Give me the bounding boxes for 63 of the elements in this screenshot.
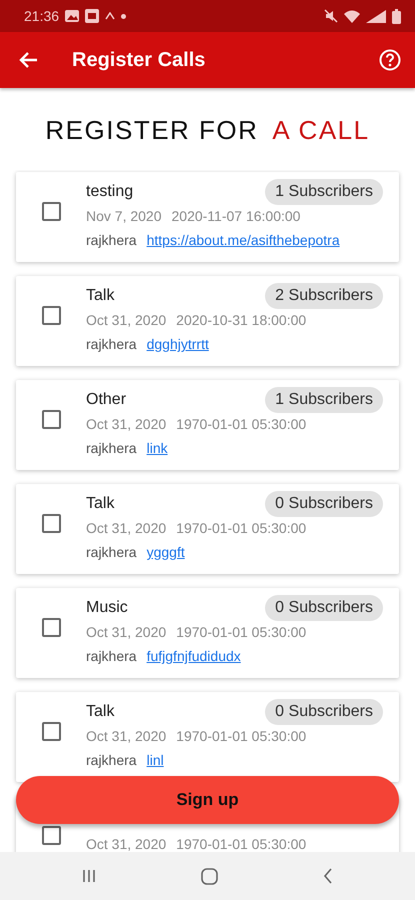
image-icon xyxy=(65,10,80,22)
subscribers-badge: 0 Subscribers xyxy=(265,491,383,517)
subscribers-badge: 0 Subscribers xyxy=(265,699,383,725)
checkbox[interactable] xyxy=(42,306,61,325)
call-user: rajkhera xyxy=(86,648,137,664)
sign-up-button[interactable]: Sign up xyxy=(16,776,399,824)
call-date: Oct 31, 2020 xyxy=(86,416,166,432)
help-icon[interactable] xyxy=(379,49,401,71)
home-icon[interactable] xyxy=(200,868,218,884)
call-title: Music xyxy=(86,599,129,617)
call-user: rajkhera xyxy=(86,544,137,560)
checkbox[interactable] xyxy=(42,826,61,845)
signal-icon xyxy=(366,10,386,22)
subscribers-badge: 1 Subscribers xyxy=(265,179,383,205)
call-time: 1970-01-01 05:30:00 xyxy=(176,728,306,744)
page-heading-accent: A CALL xyxy=(272,114,370,146)
checkbox[interactable] xyxy=(42,514,61,533)
back-icon[interactable] xyxy=(322,868,333,884)
subscribers-badge: 0 Subscribers xyxy=(265,595,383,621)
call-link[interactable]: fufjgfnjfudidudx xyxy=(146,648,241,664)
call-time: 2020-10-31 18:00:00 xyxy=(176,312,306,328)
call-user: rajkhera xyxy=(86,752,137,768)
call-date: Oct 31, 2020 xyxy=(86,836,166,852)
app-bar-title: Register Calls xyxy=(72,48,206,72)
checkbox[interactable] xyxy=(42,722,61,741)
checkbox[interactable] xyxy=(42,618,61,637)
call-user: rajkhera xyxy=(86,440,137,456)
dot-icon xyxy=(121,14,126,18)
call-title: Talk xyxy=(86,287,116,305)
page-heading: REGISTER FOR xyxy=(45,114,258,146)
call-title: Talk xyxy=(86,495,116,513)
call-user: rajkhera xyxy=(86,336,137,352)
call-time: 1970-01-01 05:30:00 xyxy=(176,836,306,852)
checkbox[interactable] xyxy=(42,202,61,221)
app-notification-icon xyxy=(85,9,100,23)
battery-icon xyxy=(392,8,401,24)
call-date: Oct 31, 2020 xyxy=(86,520,166,536)
mute-icon xyxy=(324,9,338,23)
call-time: 2020-11-07 16:00:00 xyxy=(172,208,300,224)
subscribers-badge: 1 Subscribers xyxy=(265,387,383,413)
call-link[interactable]: dgghjytrrtt xyxy=(146,336,209,352)
call-date: Oct 31, 2020 xyxy=(86,312,166,328)
small-notification-icon xyxy=(105,12,116,20)
checkbox[interactable] xyxy=(42,410,61,429)
call-title: Other xyxy=(86,391,128,409)
call-time: 1970-01-01 05:30:00 xyxy=(176,520,306,536)
call-link[interactable]: link xyxy=(146,440,168,456)
call-time: 1970-01-01 05:30:00 xyxy=(176,624,306,640)
call-link[interactable]: ygggft xyxy=(146,544,185,560)
recent-apps-icon[interactable] xyxy=(82,869,96,883)
call-link[interactable]: https://about.me/asifthebepotra xyxy=(146,232,340,248)
call-date: Oct 31, 2020 xyxy=(86,728,166,744)
status-time: 21:36 xyxy=(24,8,60,24)
call-link[interactable]: linl xyxy=(146,752,164,768)
call-user: rajkhera xyxy=(86,232,137,248)
wifi-icon xyxy=(344,10,360,22)
call-title: testing xyxy=(86,183,134,201)
call-date: Nov 7, 2020 xyxy=(86,208,162,224)
call-title: Talk xyxy=(86,703,116,721)
call-time: 1970-01-01 05:30:00 xyxy=(176,416,306,432)
subscribers-badge: 2 Subscribers xyxy=(265,283,383,309)
call-date: Oct 31, 2020 xyxy=(86,624,166,640)
back-arrow-icon[interactable] xyxy=(18,51,38,69)
